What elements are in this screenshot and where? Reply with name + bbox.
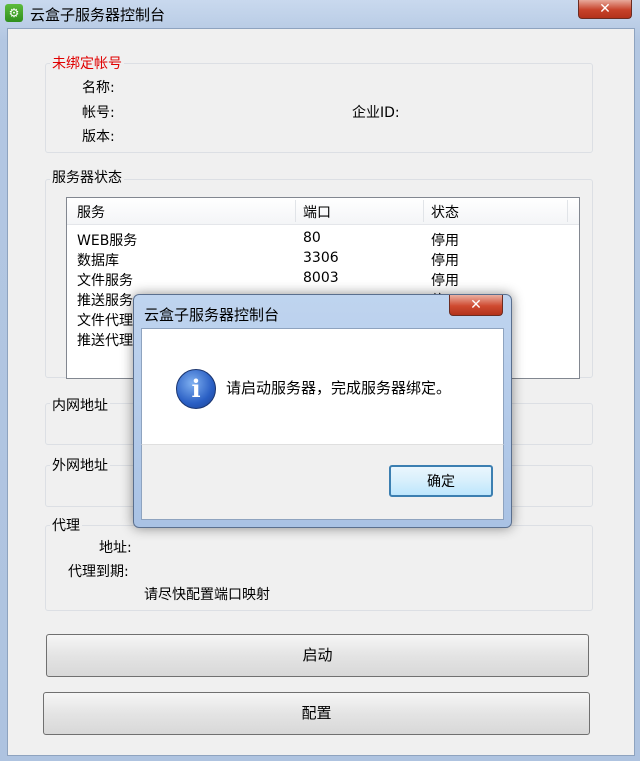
start-button[interactable]: 启动 xyxy=(46,634,589,677)
table-row[interactable]: 数据库 3306 停用 xyxy=(67,249,579,269)
proxy-expire-label: 代理到期: xyxy=(68,564,129,580)
service-name: 推送服务 xyxy=(77,293,133,309)
intranet-title: 内网地址 xyxy=(50,395,110,415)
service-name: 数据库 xyxy=(77,253,119,269)
service-name: 文件服务 xyxy=(77,273,133,289)
service-name: 推送代理 xyxy=(77,333,133,349)
service-status: 停用 xyxy=(431,253,459,269)
column-status[interactable]: 状态 xyxy=(431,202,459,222)
enterprise-id-label: 企业ID: xyxy=(352,105,400,121)
service-name: WEB服务 xyxy=(77,233,138,249)
proxy-title: 代理 xyxy=(50,515,82,535)
list-header: 服务 端口 状态 xyxy=(67,198,579,225)
table-row[interactable]: 文件服务 8003 停用 xyxy=(67,269,579,289)
service-status: 停用 xyxy=(431,233,459,249)
service-status: 停用 xyxy=(431,273,459,289)
info-icon: i xyxy=(176,369,216,409)
window-title: 云盒子服务器控制台 xyxy=(30,6,166,24)
dialog-footer: 确定 xyxy=(141,444,504,520)
extranet-title: 外网地址 xyxy=(50,455,110,475)
service-port: 80 xyxy=(303,230,321,246)
dialog-close-button[interactable]: ✕ xyxy=(449,295,503,316)
account-group-title: 未绑定帐号 xyxy=(50,53,124,73)
account-group xyxy=(45,63,593,153)
message-dialog: 云盒子服务器控制台 ✕ i 请启动服务器，完成服务器绑定。 确定 xyxy=(133,294,512,528)
dialog-body: i 请启动服务器，完成服务器绑定。 xyxy=(141,328,504,445)
version-label: 版本: xyxy=(82,129,115,145)
account-label: 帐号: xyxy=(82,105,115,121)
close-button[interactable]: ✕ xyxy=(578,0,632,19)
table-row[interactable]: WEB服务 80 停用 xyxy=(67,229,579,249)
service-port: 3306 xyxy=(303,250,339,266)
service-name: 文件代理 xyxy=(77,313,133,329)
config-button[interactable]: 配置 xyxy=(43,692,590,735)
column-service[interactable]: 服务 xyxy=(77,202,105,222)
proxy-hint: 请尽快配置端口映射 xyxy=(144,587,270,603)
ok-button[interactable]: 确定 xyxy=(389,465,493,497)
name-label: 名称: xyxy=(82,80,115,96)
gear-icon: ⚙ xyxy=(5,4,23,22)
server-status-title: 服务器状态 xyxy=(50,167,124,187)
proxy-address-label: 地址: xyxy=(99,540,132,556)
dialog-title[interactable]: 云盒子服务器控制台 xyxy=(144,304,279,325)
column-port[interactable]: 端口 xyxy=(303,202,331,222)
service-port: 8003 xyxy=(303,270,339,286)
title-bar[interactable]: ⚙ 云盒子服务器控制台 ✕ xyxy=(0,0,640,28)
dialog-message: 请启动服务器，完成服务器绑定。 xyxy=(226,379,452,397)
